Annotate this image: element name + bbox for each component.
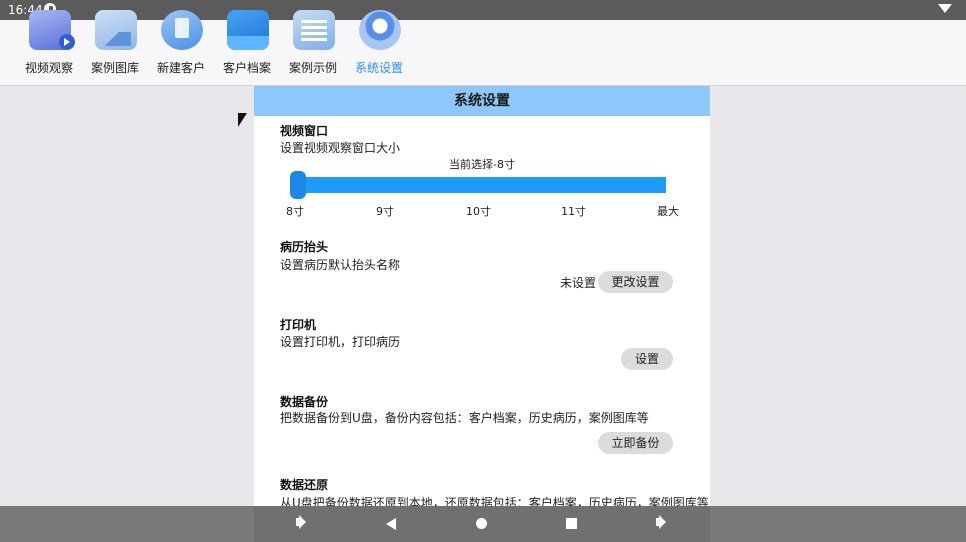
nav-item-new-customer[interactable]: 新建客户 — [149, 10, 213, 84]
panel-title: 系统设置 — [254, 86, 710, 116]
back-icon[interactable] — [386, 518, 396, 530]
record-header-status: 未设置 — [560, 276, 597, 290]
recent-apps-icon[interactable] — [566, 518, 577, 529]
printer-desc: 设置打印机，打印病历 — [280, 335, 401, 349]
background-right — [710, 86, 966, 506]
slider-tick: 8寸 — [286, 205, 304, 218]
slider-tick: 9寸 — [376, 205, 394, 218]
printer-title: 打印机 — [280, 318, 317, 332]
size-slider-thumb[interactable] — [290, 171, 306, 199]
status-bar: 16:44 — [0, 0, 966, 20]
size-slider-track[interactable] — [298, 177, 666, 193]
printer-settings-button[interactable]: 设置 — [621, 348, 673, 370]
mouse-cursor-icon — [238, 113, 247, 127]
nav-item-customer-archive[interactable]: 客户档案 — [215, 10, 279, 84]
record-header-title: 病历抬头 — [280, 240, 329, 254]
slider-tick: 11寸 — [561, 205, 586, 218]
slider-tick: 10寸 — [466, 205, 491, 218]
video-window-title: 视频窗口 — [280, 124, 329, 138]
system-settings-icon — [359, 10, 401, 50]
video-window-desc: 设置视频观察窗口大小 — [280, 141, 401, 155]
nav-label: 系统设置 — [354, 61, 403, 75]
change-settings-button[interactable]: 更改设置 — [598, 271, 673, 293]
background-left — [0, 86, 254, 506]
new-customer-icon — [161, 10, 203, 50]
home-icon[interactable] — [476, 518, 487, 529]
record-header-desc: 设置病历默认抬头名称 — [280, 258, 401, 272]
top-nav: 视频观察 案例图库 新建客户 客户档案 案例示例 系统设置 — [0, 10, 966, 86]
nav-item-video-observe[interactable]: 视频观察 — [17, 10, 81, 84]
backup-now-button[interactable]: 立即备份 — [598, 432, 673, 454]
volume-down-icon[interactable] — [296, 518, 302, 526]
video-observe-icon — [29, 10, 75, 50]
volume-up-icon[interactable] — [656, 518, 662, 526]
nav-item-system-settings[interactable]: 系统设置 — [347, 10, 411, 84]
backup-desc: 把数据备份到U盘，备份内容包括：客户档案，历史病历，案例图库等 — [280, 411, 649, 425]
case-example-icon — [293, 10, 335, 50]
system-nav-bar — [0, 506, 966, 542]
customer-archive-icon — [227, 10, 269, 50]
restore-title: 数据还原 — [280, 478, 329, 492]
nav-item-case-gallery[interactable]: 案例图库 — [83, 10, 147, 84]
current-selection: 当前选择-8寸 — [449, 158, 515, 171]
slider-tick: 最大 — [657, 205, 679, 218]
nav-item-case-example[interactable]: 案例示例 — [281, 10, 345, 84]
wifi-icon — [938, 4, 952, 13]
settings-panel: 系统设置 视频窗口 设置视频观察窗口大小 当前选择-8寸 8寸 9寸 10寸 1… — [254, 86, 710, 542]
case-gallery-icon — [95, 10, 137, 50]
backup-title: 数据备份 — [280, 395, 329, 409]
